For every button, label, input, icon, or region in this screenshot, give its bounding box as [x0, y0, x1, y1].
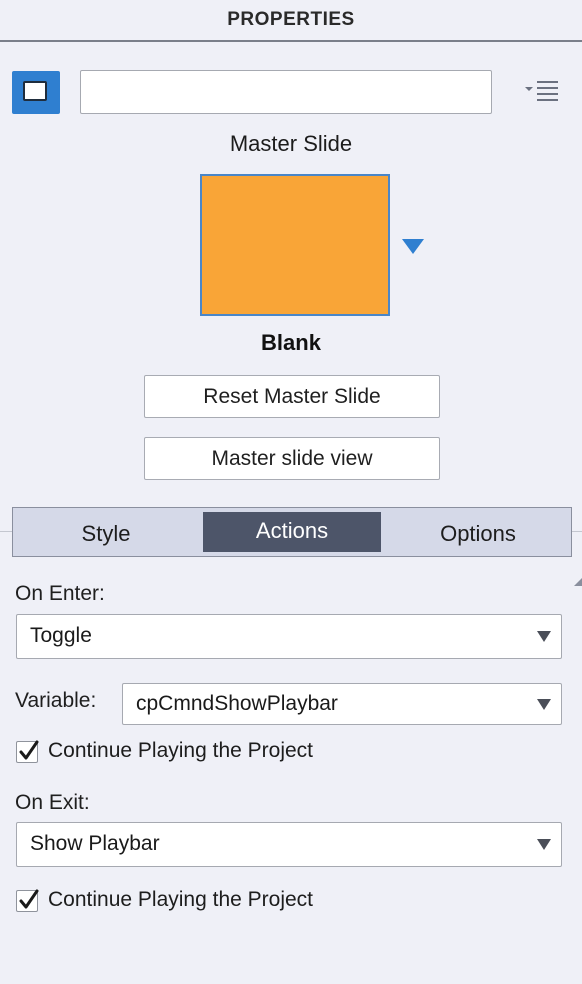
- panel-corner-icon: [574, 573, 582, 586]
- tab-bar: Style Actions Options: [12, 507, 572, 557]
- slide-frame-icon: [23, 81, 47, 101]
- tab-actions[interactable]: Actions: [203, 512, 381, 552]
- panel-title: PROPERTIES: [0, 0, 582, 42]
- continue-enter-checkbox[interactable]: [16, 740, 39, 763]
- continue-exit-label: Continue Playing the Project: [48, 888, 313, 911]
- master-slide-view-button[interactable]: Master slide view: [144, 437, 440, 480]
- on-exit-label: On Exit:: [15, 791, 90, 814]
- on-exit-value: Show Playbar: [30, 832, 160, 855]
- master-slide-thumbnail[interactable]: [200, 174, 390, 316]
- reset-master-slide-button[interactable]: Reset Master Slide: [144, 375, 440, 418]
- variable-label: Variable:: [15, 689, 97, 712]
- checkmark-icon: [19, 740, 39, 760]
- on-enter-select[interactable]: Toggle: [16, 614, 562, 659]
- master-slide-label: Master Slide: [229, 131, 353, 156]
- continue-enter-label: Continue Playing the Project: [48, 739, 313, 762]
- chevron-down-icon: [537, 631, 551, 642]
- on-enter-value: Toggle: [30, 624, 92, 647]
- continue-exit-checkbox[interactable]: [16, 889, 39, 912]
- master-slide-dropdown-icon[interactable]: [401, 238, 425, 256]
- master-slide-name: Blank: [261, 330, 321, 355]
- chevron-down-icon: [537, 839, 551, 850]
- slide-object-icon[interactable]: [12, 71, 60, 114]
- tab-style[interactable]: Style: [13, 512, 199, 552]
- variable-select[interactable]: cpCmndShowPlaybar: [122, 683, 562, 725]
- tab-options[interactable]: Options: [385, 512, 571, 552]
- panel-menu-icon[interactable]: [524, 78, 560, 104]
- variable-value: cpCmndShowPlaybar: [136, 692, 338, 715]
- object-name-input[interactable]: [80, 70, 492, 114]
- checkmark-icon: [19, 889, 39, 909]
- chevron-down-icon: [537, 699, 551, 710]
- on-enter-label: On Enter:: [15, 582, 105, 605]
- on-exit-select[interactable]: Show Playbar: [16, 822, 562, 867]
